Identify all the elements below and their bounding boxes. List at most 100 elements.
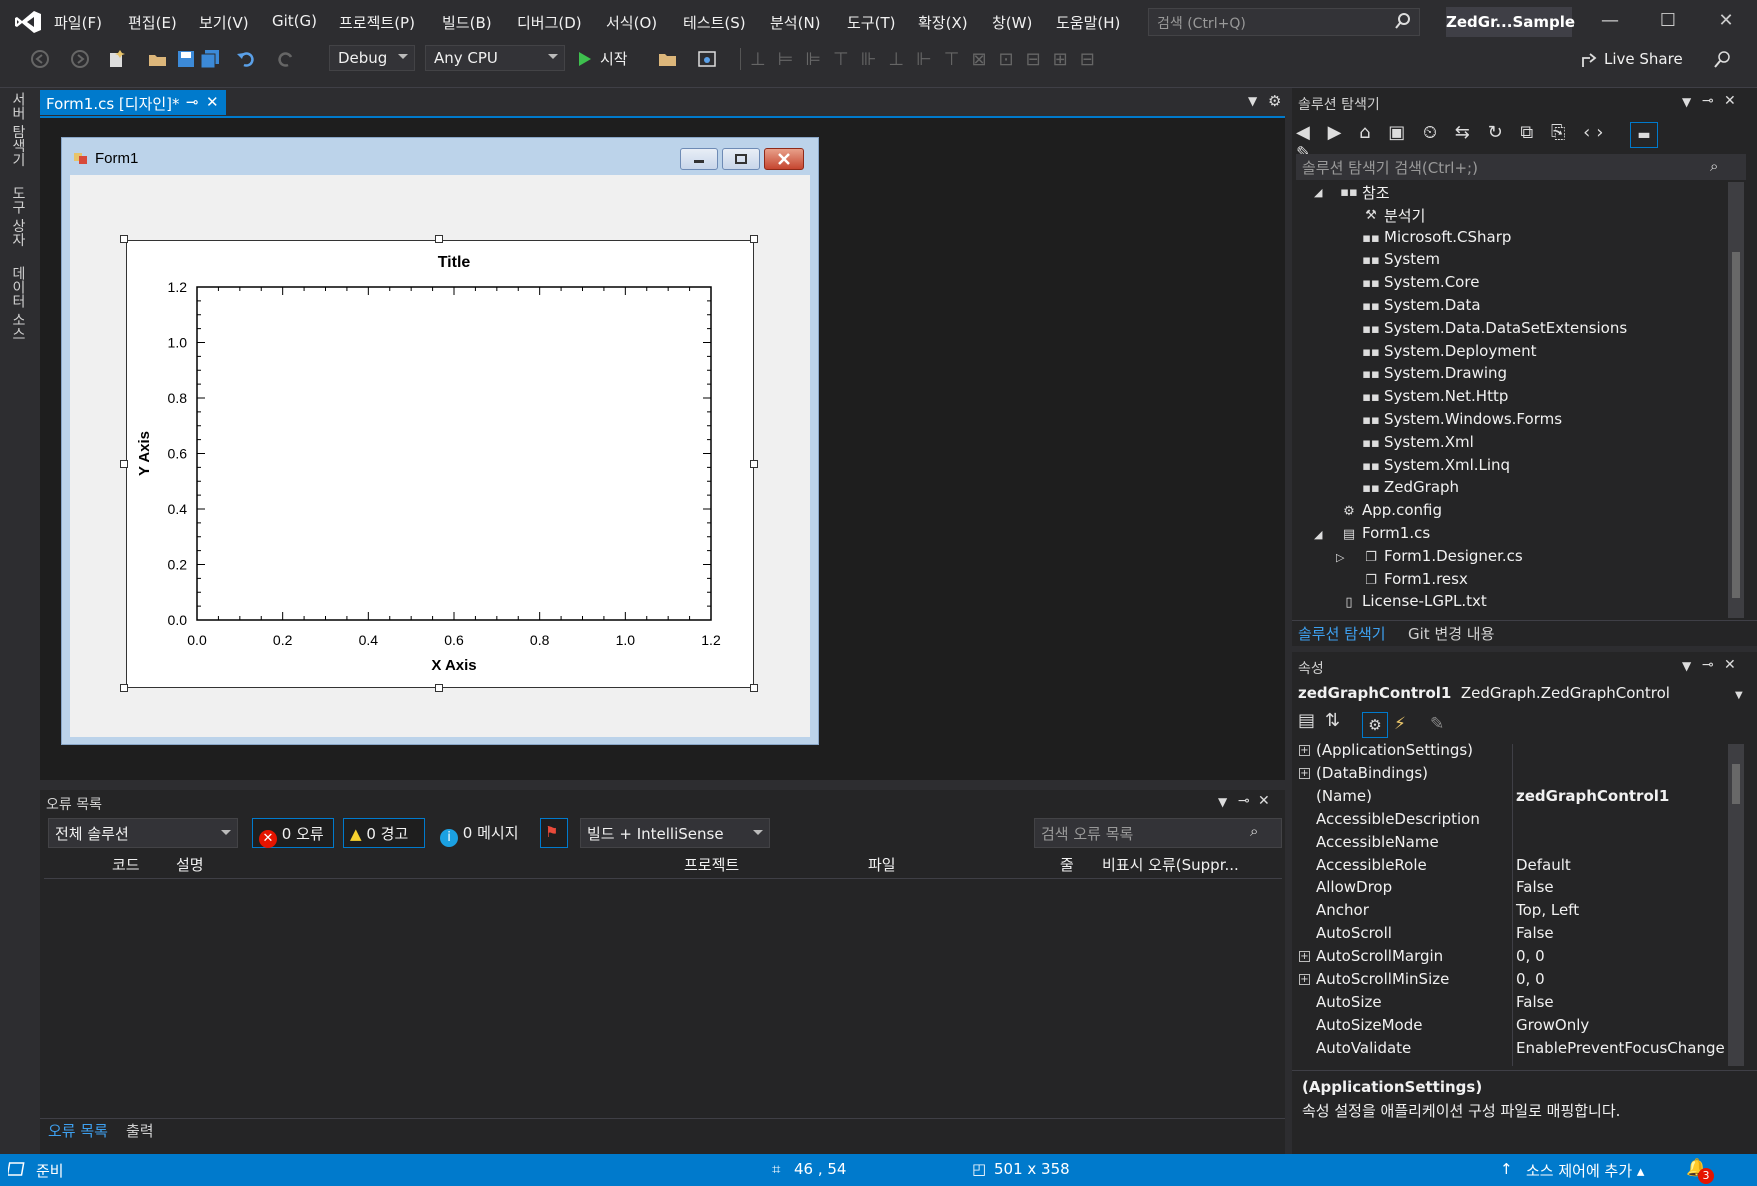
menu-item[interactable]: 서식(O) xyxy=(606,12,657,33)
error-search-icon[interactable]: ⌕ xyxy=(1250,822,1258,840)
column-header-description[interactable]: 설명 xyxy=(176,852,204,878)
tree-item-file[interactable]: Form1.Designer.cs xyxy=(1384,547,1523,565)
property-value[interactable]: 0, 0 xyxy=(1516,970,1545,988)
tree-item-file[interactable]: Form1.resx xyxy=(1384,570,1468,588)
tree-item-reference[interactable]: System.Windows.Forms xyxy=(1384,410,1562,428)
build-filter-select[interactable]: 빌드 + IntelliSense xyxy=(580,818,770,848)
live-share-icon[interactable] xyxy=(1580,50,1600,70)
tab-form1-designer[interactable]: Form1.cs [디자인]* ⊸ ✕ xyxy=(40,90,226,115)
tree-item-file[interactable]: App.config xyxy=(1362,501,1442,519)
live-share-button[interactable]: Live Share xyxy=(1604,50,1683,68)
property-row[interactable]: AutoValidate EnablePreventFocusChange xyxy=(1292,1038,1738,1061)
configuration-select[interactable]: Debug xyxy=(329,45,415,71)
expand-plus-icon[interactable]: + xyxy=(1299,974,1310,985)
resize-handle[interactable] xyxy=(120,460,128,468)
tree-item-reference[interactable]: System.Xml xyxy=(1384,433,1474,451)
expand-arrow-icon[interactable]: ▷ xyxy=(1336,551,1344,564)
undo-icon[interactable] xyxy=(236,49,256,69)
column-header-suppression[interactable]: 비표시 오류(Suppr... xyxy=(1102,852,1239,878)
minimize-window-button[interactable]: — xyxy=(1590,10,1630,36)
events-icon[interactable]: ⚡ xyxy=(1394,714,1406,734)
expand-arrow-icon[interactable]: ◢ xyxy=(1314,528,1322,541)
browser-link-icon[interactable] xyxy=(697,49,717,69)
properties-scrollbar[interactable] xyxy=(1728,744,1744,1066)
close-tab-icon[interactable]: ✕ xyxy=(206,93,219,111)
tab-git-changes[interactable]: Git 변경 내용 xyxy=(1408,623,1494,644)
pin-panel-icon[interactable]: ⊸ xyxy=(1702,657,1714,673)
redo-icon[interactable] xyxy=(276,49,296,69)
close-panel-icon[interactable]: ✕ xyxy=(1258,793,1270,809)
property-row[interactable]: AccessibleDescription xyxy=(1292,809,1738,832)
property-row[interactable]: + (ApplicationSettings) xyxy=(1292,740,1738,763)
pin-panel-icon[interactable]: ⊸ xyxy=(1702,93,1714,109)
menu-item[interactable]: 편집(E) xyxy=(128,12,177,33)
menu-item[interactable]: 보기(V) xyxy=(199,12,249,33)
menu-item[interactable]: 도움말(H) xyxy=(1056,12,1120,33)
start-button[interactable]: 시작 xyxy=(600,48,628,69)
property-row[interactable]: AutoSize False xyxy=(1292,992,1738,1015)
object-selector-dropdown-icon[interactable]: ▼ xyxy=(1735,690,1743,701)
properties-toggle-button[interactable]: ▬ xyxy=(1630,122,1658,148)
source-control-button[interactable]: 소스 제어에 추가 ▴ xyxy=(1526,1160,1644,1181)
search-icon[interactable] xyxy=(1394,12,1412,30)
solution-search-icon[interactable]: ⌕ xyxy=(1710,157,1718,175)
property-row[interactable]: Anchor Top, Left xyxy=(1292,900,1738,923)
close-window-button[interactable]: ✕ xyxy=(1706,10,1746,36)
tab-dropdown-icon[interactable]: ▼ xyxy=(1248,94,1257,108)
zedgraph-control[interactable]: 0.0 0.2 0.4 0.6 0.8 1.0 1.2 0.0 0.2 0.4 0.6 0.8 1.0 1… xyxy=(126,240,754,688)
property-value[interactable]: False xyxy=(1516,993,1554,1011)
open-folder-icon[interactable] xyxy=(658,49,678,69)
property-value[interactable]: False xyxy=(1516,924,1554,942)
panel-dropdown-icon[interactable]: ▼ xyxy=(1682,659,1691,673)
property-value[interactable]: False xyxy=(1516,878,1554,896)
menu-item[interactable]: 도구(T) xyxy=(847,12,895,33)
close-panel-icon[interactable]: ✕ xyxy=(1724,657,1736,673)
pin-panel-icon[interactable]: ⊸ xyxy=(1238,793,1250,809)
close-panel-icon[interactable]: ✕ xyxy=(1724,93,1736,109)
menu-item[interactable]: 분석(N) xyxy=(770,12,821,33)
property-row[interactable]: AllowDrop False xyxy=(1292,877,1738,900)
error-search-input[interactable]: 검색 오류 목록 xyxy=(1034,818,1282,848)
solution-scrollbar[interactable] xyxy=(1728,182,1744,618)
property-row[interactable]: + (DataBindings) xyxy=(1292,763,1738,786)
tree-item-references[interactable]: 참조 xyxy=(1362,182,1390,203)
tree-item-reference[interactable]: System.Drawing xyxy=(1384,364,1507,382)
property-value[interactable]: GrowOnly xyxy=(1516,1016,1589,1034)
panel-dropdown-icon[interactable]: ▼ xyxy=(1682,95,1691,109)
menu-item[interactable]: 창(W) xyxy=(992,12,1032,33)
solution-search-input[interactable]: 솔루션 탐색기 검색(Ctrl+;) xyxy=(1296,154,1746,180)
menu-item[interactable]: 디버그(D) xyxy=(517,12,582,33)
property-object-selector[interactable]: zedGraphControl1 ZedGraph.ZedGraphContro… xyxy=(1298,684,1744,702)
server-explorer-tab[interactable]: 서버 탐색기 xyxy=(8,92,28,166)
maximize-window-button[interactable]: ☐ xyxy=(1648,10,1688,36)
tree-item-reference[interactable]: Microsoft.CSharp xyxy=(1384,228,1511,246)
column-header-project[interactable]: 프로젝트 xyxy=(684,852,739,878)
resize-handle[interactable] xyxy=(435,235,443,243)
tree-item-reference[interactable]: System.Core xyxy=(1384,273,1479,291)
tab-error-list[interactable]: 오류 목록 xyxy=(48,1120,108,1141)
expand-plus-icon[interactable]: + xyxy=(1299,767,1310,779)
tree-item-reference[interactable]: System.Data.DataSetExtensions xyxy=(1384,319,1627,337)
new-project-icon[interactable] xyxy=(106,49,126,69)
properties-view-button[interactable]: ⚙ xyxy=(1362,712,1388,738)
data-sources-tab[interactable]: 데이터 소스 xyxy=(8,266,28,340)
property-value[interactable]: 0, 0 xyxy=(1516,947,1545,965)
menu-item[interactable]: 프로젝트(P) xyxy=(339,12,415,33)
property-value[interactable]: zedGraphControl1 xyxy=(1516,787,1669,805)
platform-select[interactable]: Any CPU xyxy=(425,45,565,71)
resize-handle[interactable] xyxy=(120,235,128,243)
tree-item-reference[interactable]: System.Data xyxy=(1384,296,1481,314)
errors-filter-button[interactable]: ✕ 0 오류 xyxy=(252,818,334,848)
property-row[interactable]: AutoScroll False xyxy=(1292,923,1738,946)
resize-handle[interactable] xyxy=(750,684,758,692)
property-value[interactable]: EnablePreventFocusChange xyxy=(1516,1039,1725,1057)
open-file-icon[interactable] xyxy=(148,49,168,69)
tree-item-reference[interactable]: ZedGraph xyxy=(1384,478,1459,496)
expand-arrow-icon[interactable]: ◢ xyxy=(1314,186,1322,199)
property-row[interactable]: + AutoScrollMargin 0, 0 xyxy=(1292,946,1738,969)
resize-handle[interactable] xyxy=(750,460,758,468)
filter-toggle-button[interactable]: ⚑ xyxy=(540,818,568,848)
property-value[interactable]: Top, Left xyxy=(1516,901,1579,919)
resize-handle[interactable] xyxy=(435,684,443,692)
resize-handle[interactable] xyxy=(120,684,128,692)
